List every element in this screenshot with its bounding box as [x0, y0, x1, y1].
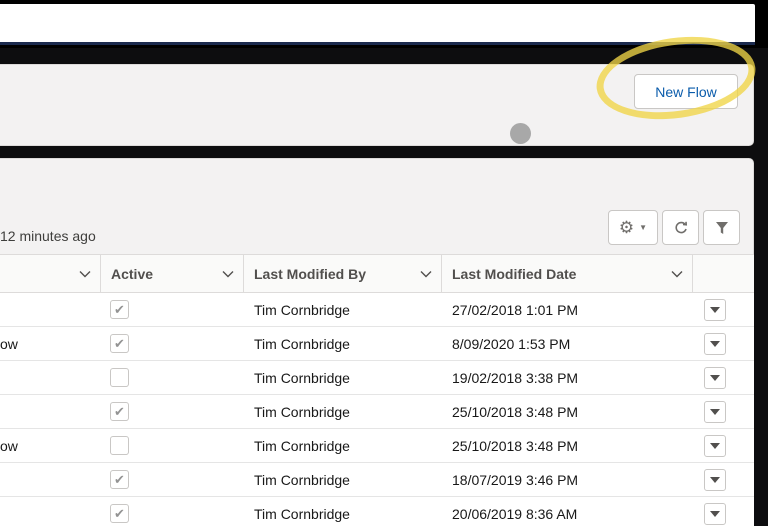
last-modified-by: Tim Cornbridge: [254, 335, 350, 352]
row-actions-button[interactable]: [704, 366, 726, 389]
last-modified-date: 25/10/2018 3:48 PM: [452, 437, 579, 454]
checkmark-icon: ✔: [114, 472, 125, 487]
active-cell: ✔: [110, 327, 129, 360]
table-row[interactable]: ✔ Tim Cornbridge 20/06/2019 8:36 AM: [0, 497, 754, 526]
caret-down-icon: [710, 374, 720, 381]
caret-down-icon: ▼: [639, 223, 648, 232]
column-divider[interactable]: [692, 255, 693, 292]
checkmark-icon: ✔: [114, 404, 125, 419]
column-header-last-modified-date[interactable]: Last Modified Date: [442, 255, 692, 292]
new-flow-button[interactable]: New Flow: [634, 74, 738, 109]
active-checkbox: [110, 368, 129, 387]
row-actions-button[interactable]: [704, 332, 726, 355]
filter-icon: [715, 221, 728, 234]
row-actions-cell: [704, 497, 726, 526]
caret-down-icon: [710, 510, 720, 517]
column-header-last-modified-by[interactable]: Last Modified By: [244, 255, 441, 292]
refresh-icon: [674, 221, 687, 233]
row-actions-cell: [704, 361, 726, 394]
table-row[interactable]: Tim Cornbridge 19/02/2018 3:38 PM: [0, 361, 754, 395]
last-modified-date: 18/07/2019 3:46 PM: [452, 471, 579, 488]
last-modified-date: 20/06/2019 8:36 AM: [452, 505, 578, 522]
table-row[interactable]: ow ✔ Tim Cornbridge 8/09/2020 1:53 PM: [0, 327, 754, 361]
row-actions-button[interactable]: [704, 434, 726, 457]
active-checkbox: ✔: [110, 504, 129, 523]
last-modified-by: Tim Cornbridge: [254, 369, 350, 386]
active-cell: ✔: [110, 395, 129, 428]
active-checkbox: ✔: [110, 470, 129, 489]
list-settings-button[interactable]: ⚙ ▼: [608, 210, 658, 245]
table-row[interactable]: ow Tim Cornbridge 25/10/2018 3:48 PM: [0, 429, 754, 463]
active-cell: [110, 429, 129, 462]
gear-icon: ⚙: [618, 218, 635, 237]
active-checkbox: ✔: [110, 300, 129, 319]
last-modified-date: 25/10/2018 3:48 PM: [452, 403, 579, 420]
last-modified-date: 8/09/2020 1:53 PM: [452, 335, 571, 352]
table-row[interactable]: ✔ Tim Cornbridge 25/10/2018 3:48 PM: [0, 395, 754, 429]
refresh-button[interactable]: [662, 210, 699, 245]
table-body: ✔ Tim Cornbridge 27/02/2018 1:01 PM ow ✔…: [0, 293, 754, 526]
list-updated-text: 12 minutes ago: [0, 228, 96, 244]
cursor-dot: [510, 123, 531, 144]
caret-down-icon: [710, 340, 720, 347]
active-checkbox: [110, 436, 129, 455]
checkmark-icon: ✔: [114, 506, 125, 521]
last-modified-by: Tim Cornbridge: [254, 505, 350, 522]
last-modified-by: Tim Cornbridge: [254, 437, 350, 454]
chevron-down-icon[interactable]: [78, 267, 92, 281]
caret-down-icon: [710, 306, 720, 313]
last-modified-date: 27/02/2018 1:01 PM: [452, 301, 579, 318]
row-actions-cell: [704, 429, 726, 462]
last-modified-by: Tim Cornbridge: [254, 301, 350, 318]
caret-down-icon: [710, 476, 720, 483]
row-actions-button[interactable]: [704, 298, 726, 321]
chevron-down-icon[interactable]: [221, 267, 235, 281]
chevron-down-icon[interactable]: [419, 267, 433, 281]
column-header-name[interactable]: [0, 255, 90, 292]
row-actions-button[interactable]: [704, 502, 726, 525]
checkmark-icon: ✔: [114, 336, 125, 351]
filter-button[interactable]: [703, 210, 740, 245]
table-row[interactable]: ✔ Tim Cornbridge 27/02/2018 1:01 PM: [0, 293, 754, 327]
chevron-down-icon[interactable]: [670, 267, 684, 281]
active-cell: ✔: [110, 463, 129, 496]
flow-name[interactable]: ow: [0, 327, 18, 360]
active-cell: [110, 361, 129, 394]
last-modified-by: Tim Cornbridge: [254, 403, 350, 420]
active-checkbox: ✔: [110, 334, 129, 353]
flows-table: Active Last Modified By Last Modified Da…: [0, 254, 754, 526]
table-header: Active Last Modified By Last Modified Da…: [0, 254, 754, 293]
row-actions-button[interactable]: [704, 468, 726, 491]
row-actions-button[interactable]: [704, 400, 726, 423]
active-cell: ✔: [110, 293, 129, 326]
caret-down-icon: [710, 442, 720, 449]
row-actions-cell: [704, 293, 726, 326]
row-actions-cell: [704, 395, 726, 428]
caret-down-icon: [710, 408, 720, 415]
last-modified-by: Tim Cornbridge: [254, 471, 350, 488]
last-modified-date: 19/02/2018 3:38 PM: [452, 369, 579, 386]
row-actions-cell: [704, 463, 726, 496]
global-header-bar: [0, 4, 755, 45]
row-actions-cell: [704, 327, 726, 360]
flow-name[interactable]: ow: [0, 429, 18, 462]
active-checkbox: ✔: [110, 402, 129, 421]
active-cell: ✔: [110, 497, 129, 526]
table-row[interactable]: ✔ Tim Cornbridge 18/07/2019 3:46 PM: [0, 463, 754, 497]
checkmark-icon: ✔: [114, 302, 125, 317]
